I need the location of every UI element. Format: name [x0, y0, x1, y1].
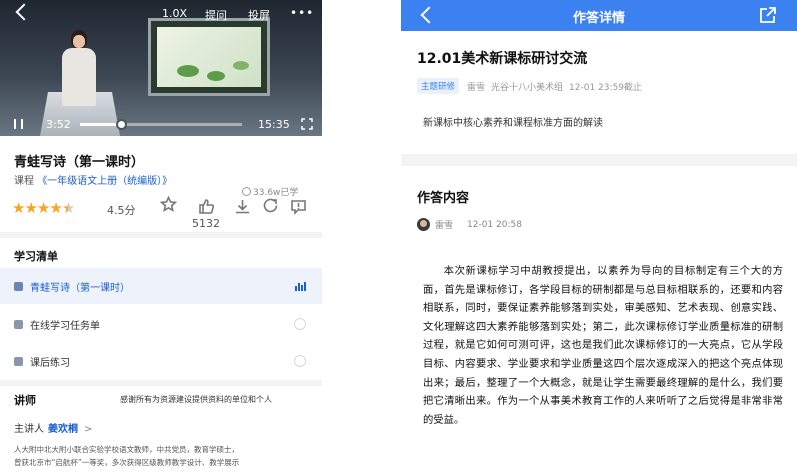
study-item-lesson[interactable]: 青蛙写诗（第一课时） — [0, 268, 322, 304]
answer-body: 本次新课标学习中胡教授提出，以素养为导向的目标制定有三个大的方面，首先是课标修订… — [423, 265, 783, 426]
video-controls: 3:52 15:35 — [0, 110, 322, 136]
cast-button[interactable]: 投屏 — [248, 7, 270, 23]
teacher-thanks: 感谢所有为资源建设提供资料的单位和个人 — [120, 395, 272, 404]
video-icon — [14, 281, 23, 291]
teacher-heading: 讲师 — [14, 394, 36, 407]
comment-icon[interactable] — [290, 198, 308, 215]
answer-heading: 作答内容 — [417, 191, 470, 206]
presenter-name[interactable]: 姜欢桐 — [48, 424, 78, 435]
section-divider — [0, 380, 322, 386]
course-app-panel: 1.0X 提问 投屏 ••• 3:52 15:35 青蛙写诗（第一课时） 课程 … — [0, 0, 322, 473]
textbook-link[interactable]: 《一年级语文上册（统编版）》 — [37, 176, 172, 187]
presenter-row[interactable]: 主讲人 姜欢桐 > — [14, 420, 92, 435]
study-item-label: 课后练习 — [30, 357, 70, 369]
total-time: 15:35 — [258, 118, 290, 131]
bio-line: 人大附中北大附小联合实验学校语文教师，中共党员，教育学硕士， — [14, 445, 239, 454]
download-icon[interactable] — [234, 198, 252, 214]
view-count: 33.6w已学 — [242, 185, 298, 198]
rating-star-icon: ★ — [12, 199, 25, 217]
task-description: 新课标中核心素养和课程标准方面的解读 — [423, 118, 603, 129]
ask-button[interactable]: 提问 — [205, 7, 227, 23]
nav-bar: 作答详情 — [401, 0, 797, 31]
playback-speed-button[interactable]: 1.0X — [162, 7, 187, 20]
presenter-label: 主讲人 — [14, 424, 44, 435]
avatar — [417, 218, 430, 231]
course-category: 课程 《一年级语文上册（统编版）》 — [14, 172, 172, 187]
rating-star-icon: ★ — [49, 199, 62, 217]
back-icon[interactable] — [14, 3, 28, 21]
study-item-label: 在线学习任务单 — [30, 320, 100, 332]
progress-bar[interactable] — [80, 119, 242, 130]
playing-bars-icon — [295, 281, 306, 291]
task-meta: 主题研修 雷雪 光谷十八小美术组 12-01 23:59截止 — [417, 78, 648, 94]
task-group: 光谷十八小美术组 — [491, 82, 564, 93]
video-player[interactable]: 1.0X 提问 投屏 ••• 3:52 15:35 — [0, 0, 322, 136]
answer-detail-panel: 作答详情 12.01美术新课标研讨交流 主题研修 雷雪 光谷十八小美术组 12-… — [401, 0, 797, 473]
category-prefix: 课程 — [14, 176, 34, 187]
study-list-heading: 学习清单 — [14, 250, 58, 263]
learners-icon — [242, 187, 251, 196]
rating-score: 4.5分 — [107, 204, 136, 217]
current-time: 3:52 — [46, 118, 71, 131]
video-blackboard-image — [148, 18, 270, 96]
presenter-bio: 人大附中北大附小联合实验学校语文教师，中共党员，教育学硕士， 曾获北京市“启航杯… — [14, 443, 314, 469]
fullscreen-icon[interactable] — [301, 118, 313, 130]
progress-handle[interactable] — [115, 119, 127, 130]
study-item-label: 青蛙写诗（第一课时） — [30, 282, 130, 294]
status-circle-icon — [294, 318, 306, 330]
answer-author-row: 雷雪 12-01 20:58 — [417, 218, 522, 231]
bio-line: 曾获北京市“启航杯”一等奖，多次获得区级教师教学设计、教学展示 — [14, 458, 240, 467]
pause-icon[interactable] — [14, 119, 23, 129]
video-teacher-image — [62, 30, 96, 106]
task-deadline: 12-01 23:59截止 — [569, 82, 642, 93]
star-outline-icon[interactable] — [159, 195, 178, 212]
topic-tag: 主题研修 — [417, 78, 460, 94]
course-title: 青蛙写诗（第一课时） — [14, 155, 145, 170]
rating-star-icon: ★ — [61, 199, 75, 217]
video-top-bar: 1.0X 提问 投屏 ••• — [0, 0, 322, 26]
like-count: 5132 — [192, 217, 220, 230]
more-icon[interactable]: ••• — [290, 6, 314, 20]
answer-time: 12-01 20:58 — [467, 219, 522, 230]
share-icon[interactable] — [262, 198, 280, 214]
document-icon — [14, 356, 23, 366]
answer-author: 雷雪 — [435, 221, 454, 231]
section-divider — [0, 232, 322, 238]
section-divider — [401, 154, 797, 166]
rating-star-icon: ★ — [36, 199, 50, 217]
document-icon — [14, 319, 23, 329]
rating-star-icon: ★ — [24, 199, 37, 217]
view-count-text: 33.6w已学 — [253, 188, 299, 198]
progress-fill — [80, 123, 121, 126]
task-title: 12.01美术新课标研讨交流 — [417, 51, 588, 67]
share-out-icon[interactable] — [759, 6, 777, 24]
study-item-task-sheet[interactable]: 在线学习任务单 — [0, 306, 322, 342]
task-author: 雷雪 — [467, 82, 486, 93]
rating-stars: ★★★★★ — [12, 199, 75, 217]
page-title: 作答详情 — [572, 11, 625, 26]
study-item-exercise[interactable]: 课后练习 — [0, 343, 322, 379]
chevron-right-icon: > — [84, 424, 93, 435]
status-circle-icon — [294, 355, 306, 367]
thumb-up-icon[interactable] — [198, 198, 216, 214]
